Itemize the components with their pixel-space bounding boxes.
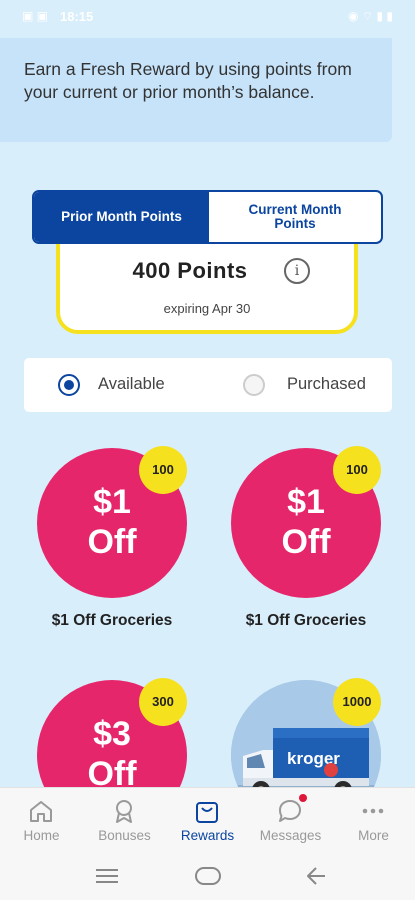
status-time: 18:15 [60, 9, 94, 24]
system-status-icons: ◉ ⌔ ▮ ▮ [348, 9, 393, 23]
nav-home-label: Home [23, 828, 60, 843]
system-nav-bar [0, 851, 415, 900]
banner-text: Earn a Fresh Reward by using points from… [24, 59, 352, 102]
home-button-icon[interactable] [193, 865, 223, 887]
filter-card: Available Purchased [24, 358, 392, 412]
nav-more-label: More [358, 828, 389, 843]
ribbon-icon [116, 800, 132, 823]
bottom-nav: Home Bonuses Rewards Messages More [0, 787, 415, 851]
status-bar: ▣ ▣ 18:15 ◉ ⌔ ▮ ▮ [0, 0, 415, 38]
home-icon [30, 801, 52, 822]
points-tabs: Prior Month Points Current Month Points [32, 190, 383, 244]
points-badge: 300 [139, 678, 187, 726]
nav-rewards-label: Rewards [180, 828, 235, 843]
tab-prior-month-points[interactable]: Prior Month Points [34, 192, 209, 242]
more-dots-icon [362, 808, 384, 814]
back-icon[interactable] [303, 865, 333, 887]
tab-current-month-points[interactable]: Current Month Points [209, 192, 381, 242]
nav-bonuses[interactable]: Bonuses [83, 788, 166, 852]
purchased-radio[interactable] [243, 374, 265, 396]
info-banner: Earn a Fresh Reward by using points from… [0, 38, 392, 142]
points-badge: 100 [333, 446, 381, 494]
bag-icon [196, 802, 218, 823]
chat-bubble-icon [279, 800, 301, 822]
info-icon[interactable]: i [284, 258, 310, 284]
reward-off: Off [87, 523, 137, 561]
nav-more[interactable]: More [332, 788, 415, 852]
notification-icons: ▣ ▣ [22, 9, 49, 23]
nav-bonuses-label: Bonuses [98, 828, 151, 843]
reward-name[interactable]: $1 Off Groceries [225, 612, 387, 630]
points-badge: 100 [139, 446, 187, 494]
points-expiry: expiring Apr 30 [163, 301, 251, 316]
nav-messages[interactable]: Messages [249, 788, 332, 852]
recent-apps-icon[interactable] [92, 865, 122, 887]
reward-off: Off [281, 523, 331, 561]
notification-dot [299, 794, 307, 802]
nav-messages-label: Messages [259, 828, 322, 843]
reward-name[interactable]: $1 Off Groceries [31, 612, 193, 630]
purchased-label[interactable]: Purchased [287, 375, 366, 394]
available-label[interactable]: Available [98, 375, 165, 394]
points-badge: 1000 [333, 678, 381, 726]
nav-home[interactable]: Home [0, 788, 83, 852]
nav-rewards[interactable]: Rewards [166, 788, 249, 852]
points-value: 400 Points [132, 258, 248, 283]
available-radio[interactable] [58, 374, 80, 396]
